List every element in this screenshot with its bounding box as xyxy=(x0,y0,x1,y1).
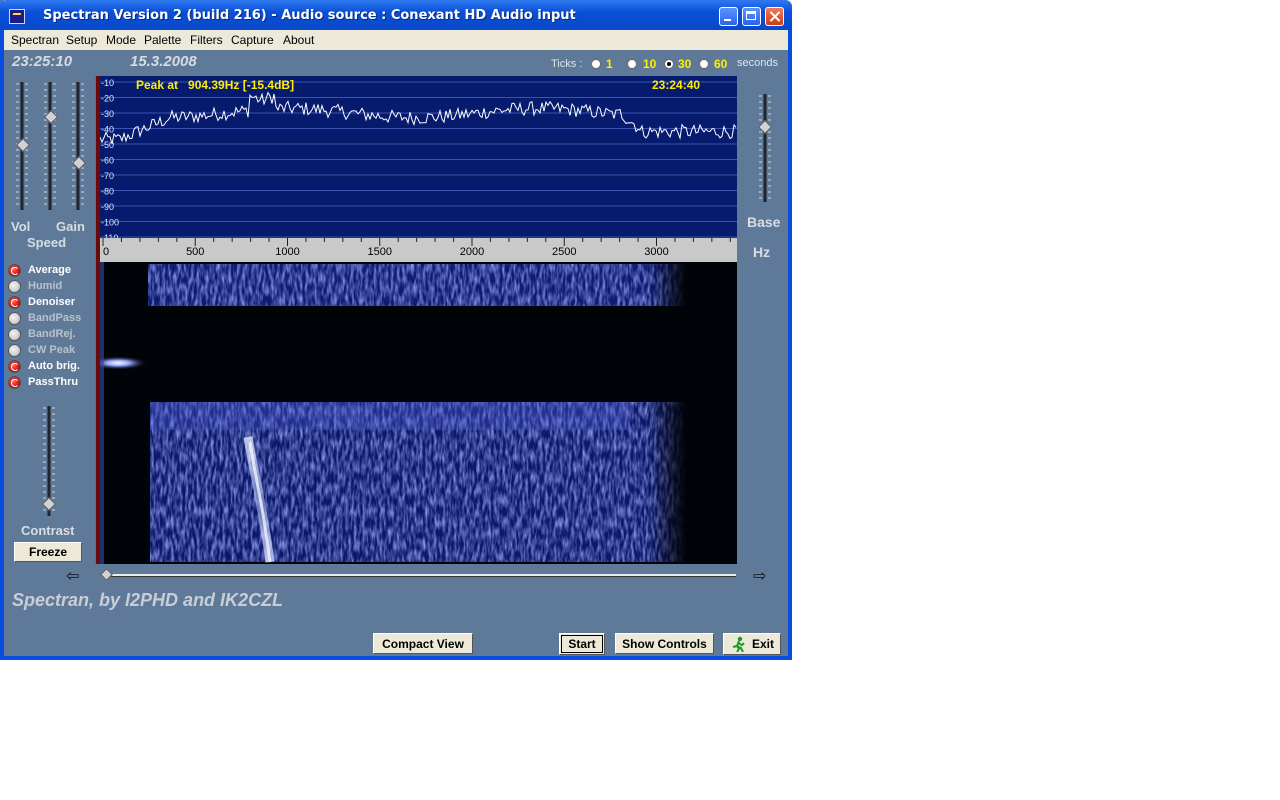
vol-label: Vol xyxy=(11,219,31,234)
brand-text: Spectran, by I2PHD and IK2CZL xyxy=(12,590,284,610)
hz-label: Hz xyxy=(753,244,771,260)
menu-palette[interactable]: Palette xyxy=(144,33,181,47)
spectrum-display: -10 -20 -30 -40 -50 -60 -70 -80 -90 -100 -110 Peak… xyxy=(100,76,737,238)
spectrum-plot: -10-20-30-40-50-60-70-80-90-100-110 xyxy=(100,78,737,238)
menu-bar: Spectran Setup Mode Palette Filters Capt… xyxy=(4,30,788,50)
db-label: -40 xyxy=(101,125,114,135)
filter-label: BandRej. xyxy=(28,328,76,340)
db-label: -80 xyxy=(101,187,114,197)
clock-date: 15.3.2008 xyxy=(130,53,197,70)
menu-spectran[interactable]: Spectran xyxy=(11,33,59,47)
gain-label: Gain xyxy=(56,219,85,234)
close-icon[interactable] xyxy=(765,7,784,26)
filter-label: Denoiser xyxy=(28,296,76,308)
speed-label: Speed xyxy=(27,235,67,250)
filter-auto-brig[interactable]: Auto brig. xyxy=(8,358,80,374)
scroll-track[interactable] xyxy=(106,574,736,577)
ticks-value-30: 30 xyxy=(678,57,692,71)
ticks-radio-10[interactable] xyxy=(627,59,637,69)
filter-denoiser[interactable]: Denoiser xyxy=(8,294,75,310)
spectrum-trace xyxy=(100,91,737,145)
compact-view-button[interactable]: Compact View xyxy=(373,633,473,654)
arrow-left-icon[interactable]: ⇦ xyxy=(66,566,79,585)
db-label: -90 xyxy=(101,202,114,212)
frequency-axis: 0 500 1000 1500 2000 2500 3000 xyxy=(102,238,731,258)
led-off-icon[interactable] xyxy=(8,279,21,293)
frequency-scale: 0 500 1000 1500 2000 2500 3000 xyxy=(100,238,737,262)
minimize-icon[interactable] xyxy=(719,7,738,26)
ticks-radio-1[interactable] xyxy=(591,59,601,69)
menu-mode[interactable]: Mode xyxy=(106,33,136,47)
led-on-icon[interactable] xyxy=(8,359,21,373)
led-on-icon[interactable] xyxy=(8,375,21,389)
freq-label: 2500 xyxy=(552,246,576,258)
filter-bandrej[interactable]: BandRej. xyxy=(8,326,76,342)
filter-label: PassThru xyxy=(28,376,79,388)
filter-average[interactable]: Average xyxy=(8,262,71,278)
ticks-radio-30[interactable] xyxy=(664,59,674,69)
spectrum-timestamp: 23:24:40 xyxy=(652,78,701,92)
menu-capture[interactable]: Capture xyxy=(231,33,274,47)
led-off-icon[interactable] xyxy=(8,311,21,325)
waterfall-display[interactable] xyxy=(100,262,737,564)
filter-label: Average xyxy=(28,264,72,276)
freq-label: 3000 xyxy=(644,246,668,258)
start-button[interactable]: Start xyxy=(559,633,605,655)
filter-passthru[interactable]: PassThru xyxy=(8,374,78,390)
ticks-value-60: 60 xyxy=(714,57,728,71)
peak-readout: Peak at 904.39Hz [-15.4dB] xyxy=(136,78,295,92)
filter-label: BandPass xyxy=(28,312,82,324)
db-label: -100 xyxy=(101,218,119,228)
waterfall-image xyxy=(100,262,737,564)
freq-label: 1000 xyxy=(275,246,299,258)
filter-humid[interactable]: Humid xyxy=(8,278,62,294)
arrow-right-icon[interactable]: ⇨ xyxy=(753,566,766,585)
menu-filters[interactable]: Filters xyxy=(190,33,223,47)
freq-label: 1500 xyxy=(368,246,392,258)
freq-label: 0 xyxy=(103,246,109,258)
exit-label: Exit xyxy=(752,637,775,651)
menu-setup[interactable]: Setup xyxy=(66,33,97,47)
db-label: -60 xyxy=(101,156,114,166)
filter-label: Humid xyxy=(28,280,63,292)
db-label: -10 xyxy=(101,78,114,88)
freeze-button[interactable]: Freeze xyxy=(14,542,82,562)
contrast-label: Contrast xyxy=(21,523,75,538)
running-man-icon xyxy=(732,636,745,652)
freq-label: 500 xyxy=(186,246,204,258)
maximize-icon[interactable] xyxy=(742,7,761,26)
db-label: -30 xyxy=(101,109,114,119)
ticks-value-10: 10 xyxy=(643,57,657,71)
window-title: Spectran Version 2 (build 216) - Audio s… xyxy=(43,8,576,23)
title-bar[interactable]: Spectran Version 2 (build 216) - Audio s… xyxy=(0,0,792,30)
filter-bandpass[interactable]: BandPass xyxy=(8,310,81,326)
freq-label: 2000 xyxy=(460,246,484,258)
led-on-icon[interactable] xyxy=(8,263,21,277)
base-slider xyxy=(759,94,771,202)
db-label: -20 xyxy=(101,94,114,104)
exit-button[interactable]: Exit xyxy=(723,633,781,655)
led-on-icon[interactable] xyxy=(8,295,21,309)
led-off-icon[interactable] xyxy=(8,327,21,341)
app-icon xyxy=(9,9,25,24)
ticks-label: Ticks : xyxy=(551,58,583,70)
ticks-value-1: 1 xyxy=(606,57,613,71)
show-controls-button[interactable]: Show Controls xyxy=(615,633,714,654)
menu-about[interactable]: About xyxy=(283,33,314,47)
ticks-unit: seconds xyxy=(737,57,778,69)
ticks-radio-60[interactable] xyxy=(699,59,709,69)
led-off-icon[interactable] xyxy=(8,343,21,357)
db-label: -70 xyxy=(101,171,114,181)
filter-cw-peak[interactable]: CW Peak xyxy=(8,342,75,358)
filter-label: CW Peak xyxy=(28,344,76,356)
filter-label: Auto brig. xyxy=(28,360,80,372)
base-label: Base xyxy=(747,214,781,230)
clock-time: 23:25:10 xyxy=(12,53,73,70)
